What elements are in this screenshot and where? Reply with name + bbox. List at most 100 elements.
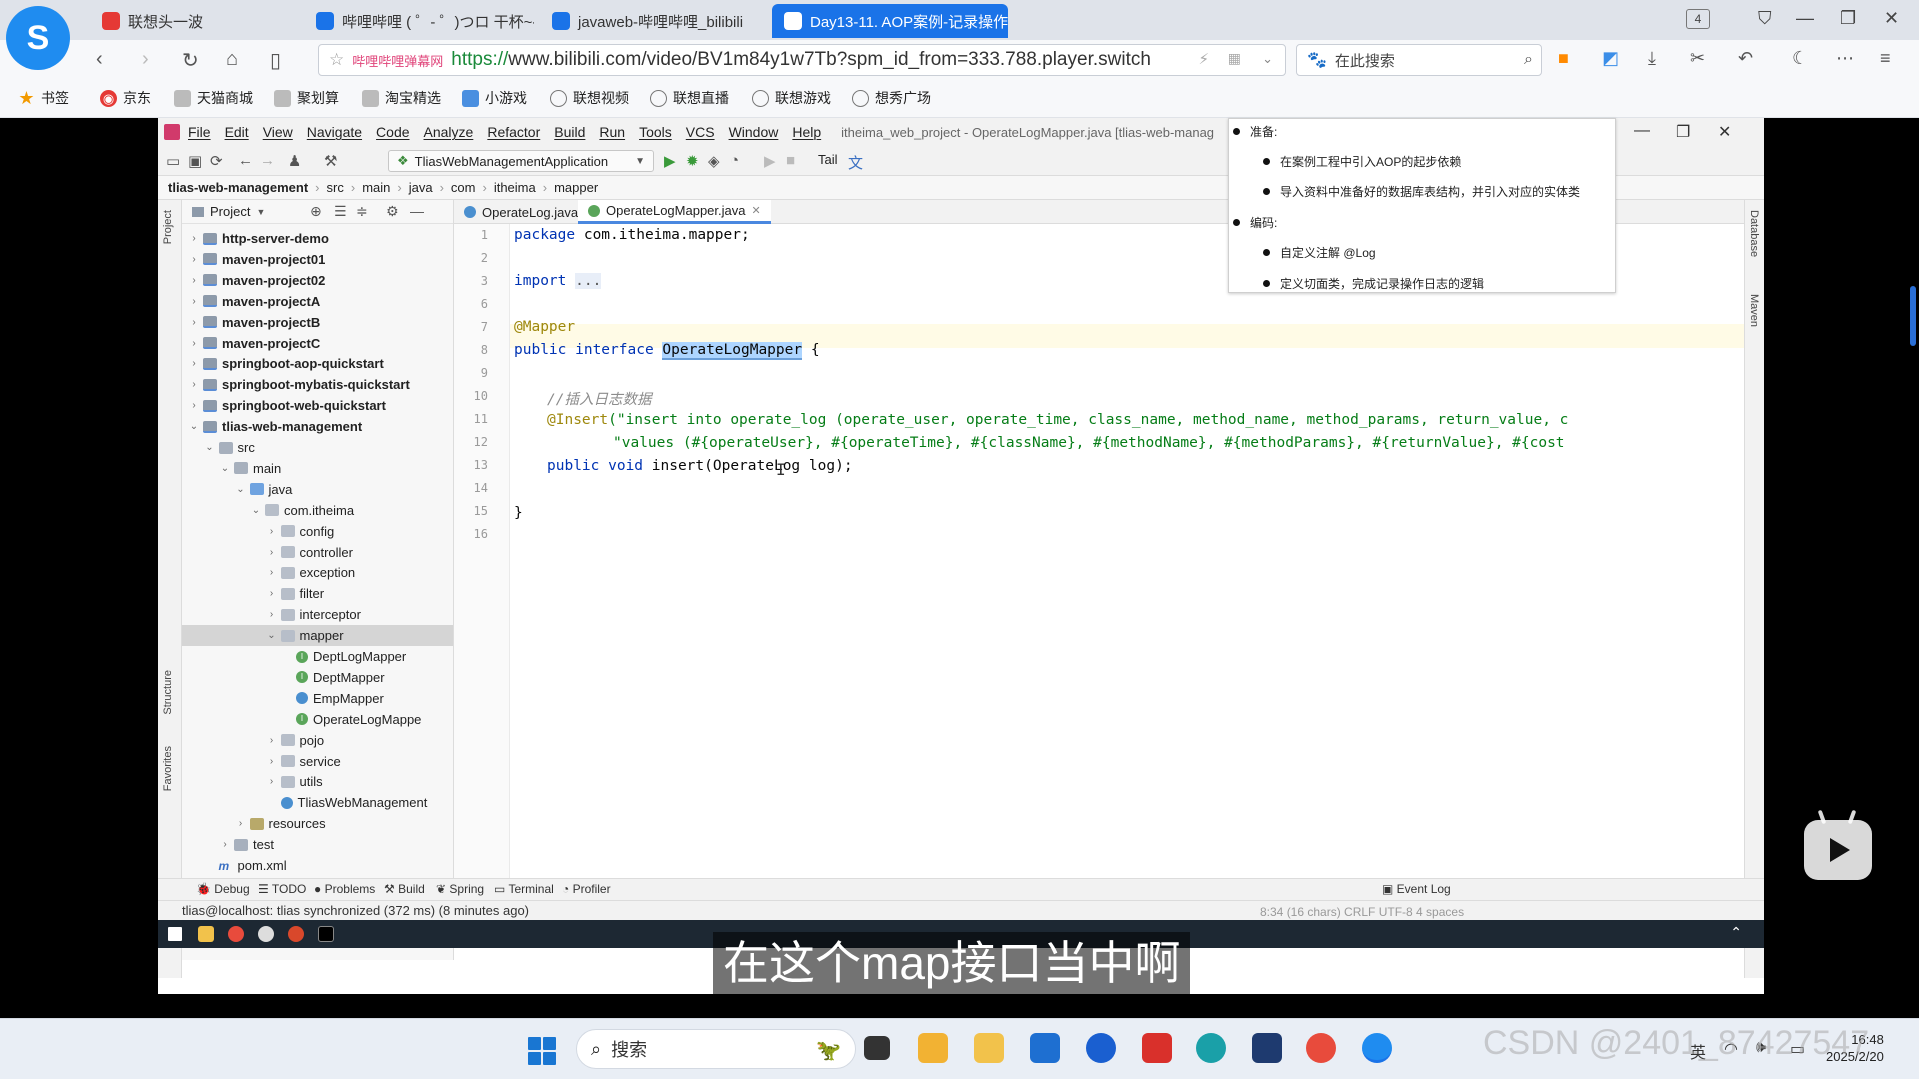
save-icon[interactable]: ▣	[188, 152, 202, 170]
bookmark-item[interactable]: 小游戏	[462, 88, 527, 108]
chevron-down-icon[interactable]: ▼	[256, 207, 265, 217]
task-view-icon[interactable]	[864, 1036, 890, 1060]
chevron-down-icon[interactable]: ⌄	[219, 463, 231, 474]
chevron-right-icon[interactable]: ›	[266, 735, 278, 746]
bookmark-item[interactable]: 天猫商城	[174, 88, 253, 108]
chevron-right-icon[interactable]: ›	[266, 547, 278, 558]
hide-icon[interactable]: —	[410, 203, 424, 219]
menu-icon[interactable]: ≡	[1880, 48, 1891, 69]
tree-item[interactable]: ⌄ com.itheima	[182, 500, 453, 521]
tree-item[interactable]: › pojo	[182, 730, 453, 751]
chevron-up-icon[interactable]: ⌃	[1730, 924, 1742, 941]
edge-icon[interactable]	[1196, 1033, 1226, 1063]
menu-navigate[interactable]: Navigate	[307, 124, 362, 140]
chevron-right-icon[interactable]: ›	[188, 317, 200, 328]
chevron-down-icon[interactable]: ⌄	[1262, 51, 1273, 67]
tree-item[interactable]: › maven-project01	[182, 249, 453, 270]
spring-tool-tab[interactable]: ❦ Spring	[436, 882, 484, 896]
code-editor[interactable]: package com.itheima.mapper; import ... @…	[510, 224, 1744, 878]
undo-icon[interactable]: ↶	[1738, 48, 1753, 69]
menu-edit[interactable]: Edit	[225, 124, 249, 140]
chevron-right-icon[interactable]: ›	[188, 379, 200, 390]
tree-item[interactable]: › maven-project02	[182, 270, 453, 291]
search-input[interactable]: 🐾 在此搜索 ⌕	[1296, 44, 1542, 76]
tree-item[interactable]: › utils	[182, 771, 453, 792]
night-mode-icon[interactable]: ☾	[1792, 48, 1808, 69]
menu-refactor[interactable]: Refactor	[487, 124, 540, 140]
restore-icon[interactable]: ❐	[1840, 8, 1856, 29]
tree-item[interactable]: › interceptor	[182, 604, 453, 625]
stop-icon[interactable]: ■	[786, 152, 795, 169]
reader-icon[interactable]: ▯	[270, 48, 281, 73]
address-bar[interactable]: ☆ 哔哩哔哩弹幕网 https://www.bilibili.com/video…	[318, 44, 1286, 76]
tree-item[interactable]: › maven-projectC	[182, 333, 453, 354]
chevron-right-icon[interactable]: ›	[188, 254, 200, 265]
tree-item[interactable]: › config	[182, 521, 453, 542]
chevron-right-icon[interactable]: ›	[235, 818, 247, 829]
hammer-icon[interactable]: ⚒	[324, 152, 337, 170]
tree-item[interactable]: I DeptMapper	[182, 667, 453, 688]
app-icon[interactable]	[918, 1033, 948, 1063]
maven-tool-tab[interactable]: Maven	[1748, 294, 1760, 327]
menu-code[interactable]: Code	[376, 124, 409, 140]
wps-icon[interactable]	[1142, 1033, 1172, 1063]
bookmark-item[interactable]: 联想视频	[550, 88, 629, 108]
menu-run[interactable]: Run	[599, 124, 625, 140]
qr-icon[interactable]: ▦	[1228, 50, 1241, 67]
lightning-icon[interactable]: ⚡	[1198, 50, 1209, 68]
menu-window[interactable]: Window	[729, 124, 779, 140]
profiler-tool-tab[interactable]: ◔ Profiler	[562, 882, 611, 896]
taskbar-search[interactable]: ⌕ 搜索 🦖	[576, 1029, 856, 1069]
tree-item[interactable]: › http-server-demo	[182, 228, 453, 249]
ide-close-icon[interactable]: ✕	[1718, 122, 1731, 142]
refresh-icon[interactable]: ↻	[182, 48, 199, 73]
terminal-tool-tab[interactable]: ▭ Terminal	[494, 882, 554, 896]
breadcrumb-item[interactable]: src	[327, 180, 344, 195]
powerpoint-icon[interactable]	[288, 926, 304, 942]
problems-tool-tab[interactable]: ● Problems	[314, 882, 375, 896]
chevron-right-icon[interactable]: ›	[188, 400, 200, 411]
project-tool-tab[interactable]: Project	[162, 210, 174, 244]
bilibili-play-icon[interactable]	[1804, 809, 1872, 880]
sync-icon[interactable]: ⟳	[210, 152, 223, 170]
search-icon[interactable]: ⌕	[1524, 51, 1533, 69]
chevron-right-icon[interactable]: ›	[188, 275, 200, 286]
favorite-star-icon[interactable]: ☆	[329, 50, 344, 70]
step-icon[interactable]: ▶	[764, 152, 776, 170]
breadcrumb-item[interactable]: itheima	[494, 180, 536, 195]
tree-item[interactable]: ⌄ mapper	[182, 625, 453, 647]
tree-item[interactable]: ⌄ src	[182, 437, 453, 458]
coverage-icon[interactable]: ◈	[708, 152, 720, 170]
tree-item[interactable]: › service	[182, 751, 453, 772]
chevron-right-icon[interactable]: ›	[266, 776, 278, 787]
open-folder-icon[interactable]: ▭	[166, 152, 180, 170]
tail-button[interactable]: Tail	[818, 152, 838, 167]
tree-item[interactable]: › exception	[182, 562, 453, 583]
page-scrollbar[interactable]	[1910, 286, 1916, 346]
chevron-down-icon[interactable]: ⌄	[204, 442, 216, 453]
extension-icon[interactable]: ■	[1558, 48, 1569, 69]
tree-item[interactable]: › springboot-mybatis-quickstart	[182, 374, 453, 395]
baidu-paw-icon[interactable]: 🐾	[1307, 50, 1327, 70]
debug-icon[interactable]: ✹	[686, 152, 699, 170]
chevron-down-icon[interactable]: ⌄	[250, 505, 262, 516]
ide-restore-icon[interactable]: ❐	[1676, 122, 1690, 142]
store-icon[interactable]	[1030, 1033, 1060, 1063]
breadcrumb-item[interactable]: com	[451, 180, 476, 195]
todo-tool-tab[interactable]: ☰ TODO	[258, 882, 306, 896]
tree-item[interactable]: › maven-projectB	[182, 312, 453, 333]
app-icon[interactable]	[258, 926, 274, 942]
app-icon[interactable]	[1252, 1033, 1282, 1063]
send-icon[interactable]: ◩	[1602, 48, 1619, 69]
tree-item[interactable]: ⌄ main	[182, 458, 453, 479]
tree-item[interactable]: I DeptLogMapper	[182, 646, 453, 667]
tab-operatelogmapper-java[interactable]: OperateLogMapper.java ✕	[578, 200, 771, 224]
scissors-icon[interactable]: ✂	[1690, 48, 1705, 69]
windows-start-icon[interactable]	[528, 1037, 556, 1065]
menu-view[interactable]: View	[263, 124, 293, 140]
chevron-right-icon[interactable]: ›	[266, 526, 278, 537]
tree-item[interactable]: ⌄ java	[182, 479, 453, 500]
menu-file[interactable]: File	[188, 124, 211, 140]
ide-minimize-icon[interactable]: —	[1634, 122, 1650, 140]
chrome-icon[interactable]	[1306, 1033, 1336, 1063]
